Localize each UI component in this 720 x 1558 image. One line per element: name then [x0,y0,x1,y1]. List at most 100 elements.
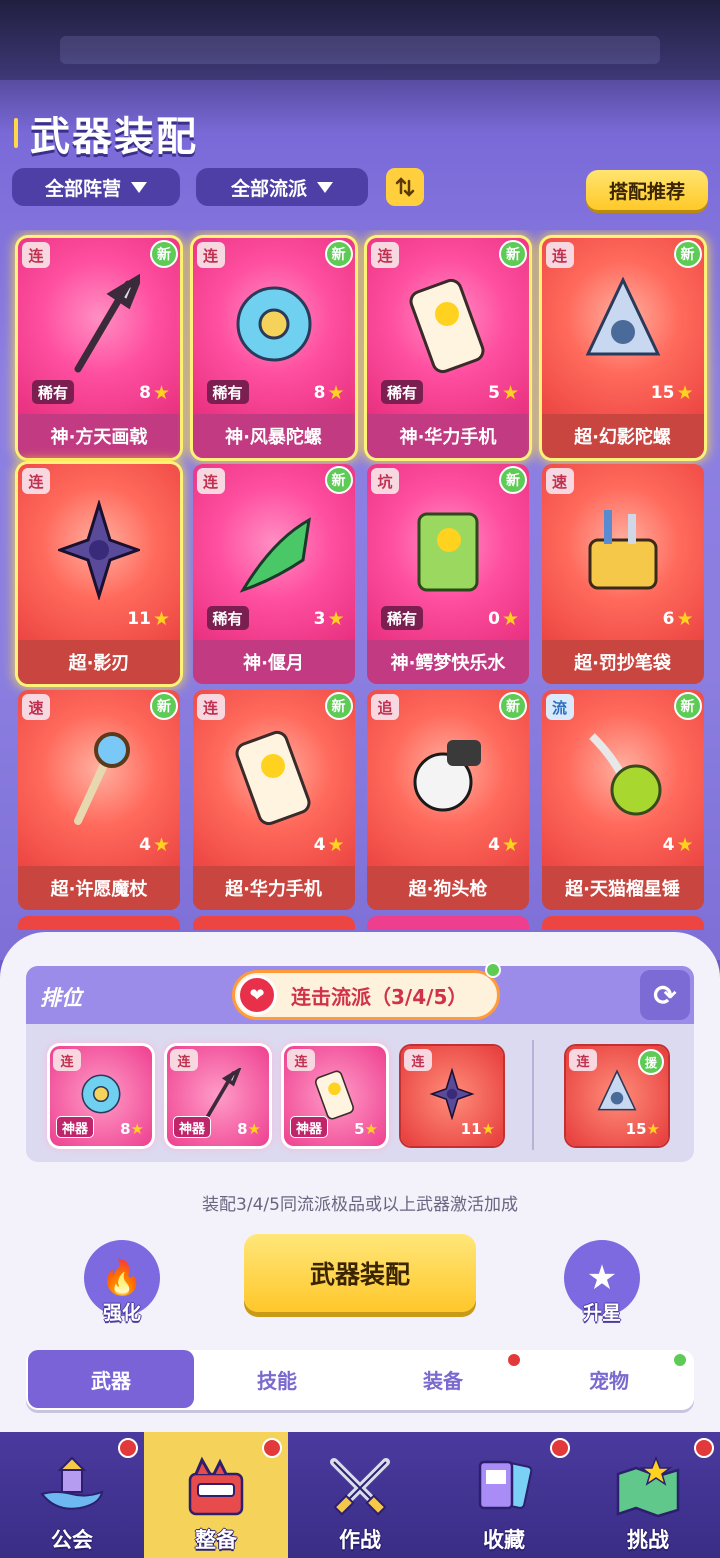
star-value: 4 [139,835,151,855]
weapon-icon [239,517,311,593]
faction-filter-dropdown[interactable]: 全部阵营 [12,168,180,206]
weapon-icon [235,730,310,826]
weapon-icon [314,1070,354,1120]
star-icon: ★ [152,608,170,630]
weapon-name: 超·狗头枪 [367,866,529,910]
school-tag: 连 [22,242,50,268]
rarity-badge: 稀有 [32,380,75,404]
weapon-card[interactable]: 连 新稀有 5 ★ 神·华力手机 [367,238,529,458]
sort-button[interactable] [386,168,424,206]
page-title: 武器装配 [30,114,198,160]
refresh-button[interactable]: ⟳ [640,970,690,1020]
tab-weapon[interactable]: 武器 [28,1350,194,1408]
star-count: 4 ★ [314,834,345,856]
weapon-card[interactable]: 连 新稀有 3 ★ 神·偃月 [192,464,355,684]
school-tag: 连 [569,1049,597,1071]
artifact-badge: 神器 [290,1116,329,1138]
star-icon: ★ [327,608,345,630]
star-count: 8★ [139,382,170,404]
school-filter-label: 全部流派 [230,177,307,200]
star-value: 4 [662,835,675,855]
star-count: 8★ [120,1120,144,1138]
star-count: 15★ [651,382,694,404]
weapon-card[interactable]: 流 新 4 ★ 超·天猫榴星锤 [541,690,704,910]
weapon-card[interactable]: 追 新 4 ★ 超·狗头枪 [367,690,529,910]
star-value: 8 [237,1120,248,1138]
star-icon: ★ [676,834,694,856]
weapon-icon [597,1069,637,1111]
combo-school-label: 连击流派（3/4/5） [291,984,468,1009]
weapon-name: 超·天猫榴星锤 [541,866,704,910]
tab-pet[interactable]: 宠物 [526,1350,692,1408]
weapon-icon [588,733,661,816]
sort-arrows-icon [395,177,415,197]
weapon-card[interactable]: 坑 新稀有 0 ★ 神·鳄梦快乐水 [367,464,529,684]
equip-weapon-button[interactable]: 武器装配 [244,1234,476,1312]
weapon-icon [429,1068,475,1120]
combo-heart-icon: ❤ [237,975,277,1015]
star-icon: ★ [364,1120,378,1138]
new-badge: 新 [324,240,353,268]
ranking-slot[interactable]: 连神器 8★ [50,1046,152,1146]
challenge-notify-dot [694,1438,714,1458]
school-tag: 连 [287,1049,315,1071]
weapon-card[interactable]: 连 新 15 ★ 超·幻影陀螺 [541,238,704,458]
recommend-button[interactable]: 搭配推荐 [586,170,708,210]
toolbox-icon [188,1456,244,1516]
school-tag: 连 [196,694,225,720]
rarity-badge: 稀有 [381,606,424,630]
school-tag: 连 [196,468,225,494]
star-value: 8 [120,1120,131,1138]
weapon-card[interactable]: 连 新 4 ★ 超·华力手机 [192,690,355,910]
nav-battle[interactable]: 作战 [288,1432,432,1558]
school-tag: 连 [545,242,574,268]
school-tag: 连 [53,1049,81,1071]
star-count: 8★ [314,382,345,404]
weapon-icon [205,1068,242,1120]
nav-collection-label: 收藏 [483,1528,525,1552]
weapon-card[interactable]: 速 6 ★ 超·罚抄笔袋 [541,464,704,684]
school-tag: 追 [371,694,399,720]
star-value: 15 [625,1120,647,1138]
school-tag: 连 [196,242,225,268]
star-value: 0 [488,609,500,629]
crossed-swords-icon [330,1458,390,1516]
star-count: 11★ [461,1120,495,1138]
assist-slot[interactable]: 连 援 15★ [566,1046,668,1146]
star-count: 11★ [127,608,170,630]
star-icon: ★ [327,834,345,856]
star-icon: ★ [247,1120,261,1138]
upstar-label: 升星 [582,1302,621,1324]
weapon-card-peek [192,916,355,930]
ranking-slot[interactable]: 连神器 5★ [284,1046,386,1146]
star-count: 15★ [626,1120,660,1138]
ranking-slot[interactable]: 连 11★ [401,1046,503,1146]
weapon-card[interactable]: 连 11 ★ 超·影刃 [18,464,180,684]
new-badge: 新 [673,692,702,720]
weapon-card[interactable]: 连 新稀有 8 ★ 神·方天画戟 [18,238,180,458]
tab-equipment[interactable]: 装备 [360,1350,526,1408]
ranking-label: 排位 [40,986,82,1010]
combo-school-badge[interactable]: ❤ 连击流派（3/4/5） [232,970,500,1020]
ranking-slot[interactable]: 连神器 8★ [167,1046,269,1146]
new-badge: 新 [499,692,527,720]
rarity-badge: 稀有 [381,380,424,404]
weapon-card[interactable]: 速 新 4 ★ 超·许愿魔杖 [18,690,180,910]
tab-skill[interactable]: 技能 [194,1350,360,1408]
star-count: 4 ★ [663,834,694,856]
star-icon: ★ [481,1120,495,1138]
weapon-name: 超·影刃 [18,640,180,684]
star-value: 8 [139,383,151,403]
star-value: 5 [488,383,500,403]
star-icon: ★ [501,382,519,404]
star-count: 5★ [488,382,519,404]
school-filter-dropdown[interactable]: 全部流派 [196,168,368,206]
star-icon: ★ [646,1120,660,1138]
weapon-card[interactable]: 连 新稀有 8 ★ 神·风暴陀螺 [192,238,355,458]
weapon-icon [236,286,311,362]
star-value: 5 [354,1120,365,1138]
weapon-name: 神·方天画戟 [18,414,180,458]
school-tag: 连 [404,1049,432,1071]
faction-filter-label: 全部阵营 [44,177,121,200]
new-badge: 新 [673,240,702,268]
